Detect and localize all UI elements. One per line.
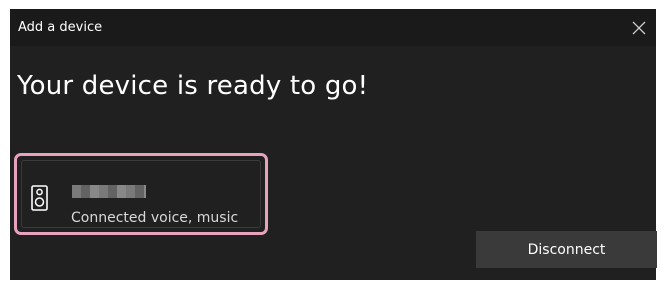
page-heading: Your device is ready to go! — [17, 71, 369, 101]
dialog-title: Add a device — [18, 20, 103, 35]
close-button[interactable] — [626, 15, 652, 41]
device-name-blurred — [72, 185, 146, 198]
add-device-dialog: Add a device Your device is ready to go!… — [10, 9, 657, 280]
title-bar: Add a device — [10, 9, 656, 46]
device-status: Connected voice, music — [71, 210, 239, 226]
close-icon — [632, 21, 646, 35]
device-list-item[interactable]: Connected voice, music — [14, 153, 268, 235]
disconnect-button[interactable]: Disconnect — [476, 231, 657, 268]
device-card-body: Connected voice, music — [21, 160, 261, 228]
speaker-icon — [31, 185, 48, 211]
